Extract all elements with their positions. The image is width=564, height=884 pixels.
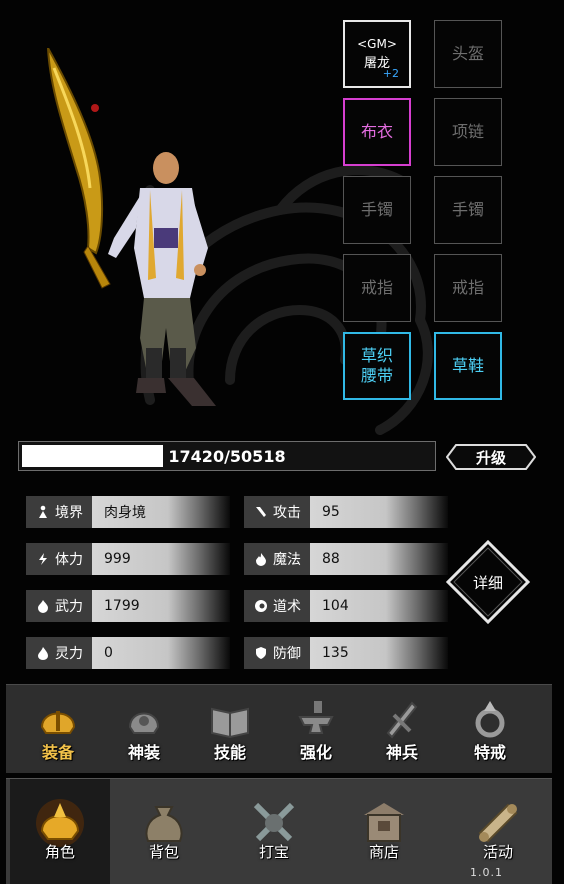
fire-icon: [38, 600, 48, 613]
stat-defense-label-box: 防御: [244, 637, 310, 669]
skill-book-icon: [211, 707, 249, 739]
character-avatar: [47, 48, 216, 406]
necklace-label: 项链: [451, 122, 484, 141]
equip-slot-ring-left[interactable]: 戒指: [343, 254, 411, 322]
stat-magic-label-box: 魔法: [244, 543, 310, 575]
subtab-skills-label: 技能: [213, 743, 246, 762]
version-label: 1.0.1: [470, 866, 503, 879]
ring-right-label: 戒指: [451, 278, 484, 297]
subtab-skills[interactable]: 技能: [188, 685, 268, 773]
subtab-enhance-label: 强化: [299, 743, 332, 762]
weapon-enhance-level: +2: [382, 67, 399, 80]
boots-label: 草鞋: [451, 356, 484, 375]
stat-defense: 防御 135: [244, 637, 448, 669]
equip-slot-ring-right[interactable]: 戒指: [434, 254, 502, 322]
armor-label: 布衣: [360, 122, 393, 141]
stat-stamina-label: 体力: [55, 552, 83, 568]
tab-treasure-hunt-label: 打宝: [258, 843, 289, 861]
sword-icon: [256, 507, 266, 517]
stat-spirit-label-box: 灵力: [26, 637, 92, 669]
divine-weapon-icon: [386, 701, 418, 739]
experience-bar: 17420/50518: [18, 441, 436, 471]
subtab-special-ring-label: 特戒: [473, 743, 506, 762]
helmet-label: 头盔: [451, 44, 484, 63]
stat-realm-label: 境界: [55, 505, 83, 521]
bracelet-left-label: 手镯: [360, 200, 393, 219]
helmet-icon: [40, 711, 76, 734]
detail-button[interactable]: 详细: [445, 539, 531, 625]
tab-treasure-hunt[interactable]: 打宝: [224, 779, 324, 884]
tab-shop-label: 商店: [368, 843, 399, 861]
swirl-icon: [255, 600, 267, 612]
equip-slot-boots[interactable]: 草鞋: [434, 332, 502, 400]
equipment-subtab-bar: 装备 神装 技能 强化 神兵 特戒: [6, 684, 552, 773]
bracelet-right-label: 手镯: [451, 200, 484, 219]
stat-stamina-label-box: 体力: [26, 543, 92, 575]
upgrade-button[interactable]: 升级: [445, 444, 537, 470]
stat-spirit-value: 0: [92, 637, 230, 669]
stat-defense-label: 防御: [273, 646, 301, 662]
stat-stamina-value: 999: [92, 543, 230, 575]
equip-slot-helmet[interactable]: 头盔: [434, 20, 502, 88]
stat-magic-value: 88: [310, 543, 448, 575]
stat-martial: 武力 1799: [26, 590, 230, 622]
subtab-special-ring[interactable]: 特戒: [448, 685, 528, 773]
stat-martial-label: 武力: [55, 599, 83, 615]
divine-gear-icon: [128, 712, 160, 734]
stat-magic: 魔法 88: [244, 543, 448, 575]
ring-left-label: 戒指: [360, 278, 393, 297]
stat-attack-label: 攻击: [273, 505, 301, 521]
stat-martial-value: 1799: [92, 590, 230, 622]
subtab-equipment-label: 装备: [41, 743, 74, 762]
subtab-divine-gear[interactable]: 神装: [102, 685, 182, 773]
stat-realm: 境界 肉身境: [26, 496, 230, 528]
stat-realm-label-box: 境界: [26, 496, 92, 528]
stat-defense-value: 135: [310, 637, 448, 669]
tab-bag-label: 背包: [148, 843, 179, 861]
belt-label: 草织 腰带: [360, 346, 393, 385]
subtab-divine-weapon-label: 神兵: [385, 743, 418, 762]
subtab-divine-weapon[interactable]: 神兵: [360, 685, 440, 773]
stat-martial-label-box: 武力: [26, 590, 92, 622]
weapon-gm-tag: <GM>: [357, 37, 397, 51]
anvil-icon: [298, 701, 334, 734]
stat-attack: 攻击 95: [244, 496, 448, 528]
stat-attack-value: 95: [310, 496, 448, 528]
stat-realm-value: 肉身境: [92, 496, 230, 528]
character-screen: <GM> 屠龙 +2 头盔 布衣 项链 手镯 手镯 戒指 戒指 草织 腰带 草鞋…: [0, 0, 564, 884]
meditation-icon: [39, 505, 47, 518]
equip-slot-weapon[interactable]: <GM> 屠龙 +2: [343, 20, 411, 88]
subtab-enhance[interactable]: 强化: [274, 685, 354, 773]
shield-icon: [256, 647, 266, 659]
equip-slot-bracelet-right[interactable]: 手镯: [434, 176, 502, 244]
tab-character[interactable]: 角色: [10, 779, 110, 884]
stat-attack-label-box: 攻击: [244, 496, 310, 528]
experience-text: 17420/50518: [168, 446, 286, 466]
tab-events-label: 活动: [482, 843, 513, 861]
stat-taoism-value: 104: [310, 590, 448, 622]
spirit-flame-icon: [38, 647, 48, 660]
equip-slot-belt[interactable]: 草织 腰带: [343, 332, 411, 400]
tab-bag[interactable]: 背包: [114, 779, 214, 884]
tab-shop[interactable]: 商店: [334, 779, 434, 884]
stat-taoism: 道术 104: [244, 590, 448, 622]
special-ring-icon: [475, 701, 505, 738]
stat-spirit: 灵力 0: [26, 637, 230, 669]
stat-magic-label: 魔法: [273, 552, 301, 568]
upgrade-label: 升级: [475, 448, 506, 467]
equip-slot-armor[interactable]: 布衣: [343, 98, 411, 166]
stat-taoism-label-box: 道术: [244, 590, 310, 622]
subtab-divine-gear-label: 神装: [127, 743, 160, 762]
stat-stamina: 体力 999: [26, 543, 230, 575]
equip-slot-necklace[interactable]: 项链: [434, 98, 502, 166]
tab-character-label: 角色: [44, 843, 75, 861]
stat-spirit-label: 灵力: [55, 646, 83, 662]
subtab-equipment[interactable]: 装备: [16, 685, 96, 773]
detail-label: 详细: [472, 573, 503, 592]
flame-icon: [256, 553, 266, 566]
stat-taoism-label: 道术: [273, 599, 301, 615]
equip-slot-bracelet-left[interactable]: 手镯: [343, 176, 411, 244]
lightning-icon: [39, 553, 47, 565]
